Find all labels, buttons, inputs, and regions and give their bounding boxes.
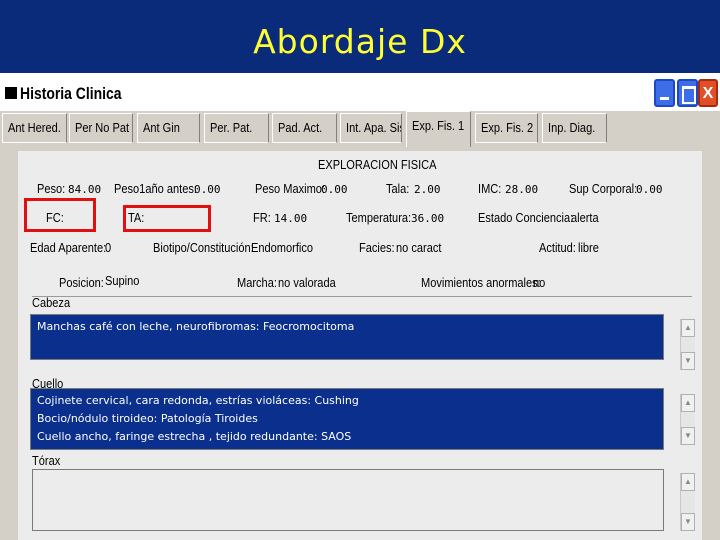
temperatura-label: Temperatura:: [346, 210, 412, 225]
posicion-label: Posicion:: [59, 275, 104, 290]
tab-int-apa-sis[interactable]: Int. Apa. Sis: [340, 113, 402, 143]
movimientos-label: Movimientos anormales:: [421, 275, 541, 290]
minimize-icon: [660, 97, 669, 100]
peso-ano-field[interactable]: 0.00: [194, 183, 221, 196]
edad-field[interactable]: 0: [105, 240, 111, 255]
marcha-label: Marcha:: [237, 275, 277, 290]
peso-max-field[interactable]: 0.00: [321, 183, 348, 196]
tab-inp-diag[interactable]: Inp. Diag.: [542, 113, 607, 143]
facies-label: Facies:: [359, 240, 395, 255]
actitud-field[interactable]: libre: [578, 240, 599, 255]
scroll-up-icon[interactable]: ▲: [681, 394, 695, 412]
fr-field[interactable]: 14.00: [274, 212, 307, 225]
tab-per-no-pat[interactable]: Per No Pat: [69, 113, 133, 143]
edad-label: Edad Aparente:: [30, 240, 107, 255]
tab-pad-act[interactable]: Pad. Act.: [272, 113, 337, 143]
peso-label: Peso:: [37, 181, 66, 196]
cabeza-textarea[interactable]: Manchas café con leche, neurofibromas: F…: [30, 314, 664, 360]
torax-textarea[interactable]: [32, 469, 664, 531]
posicion-field[interactable]: Supino: [105, 273, 139, 288]
facies-field[interactable]: no caract: [396, 240, 441, 255]
scroll-down-icon[interactable]: ▼: [681, 352, 695, 370]
fc-label: FC:: [46, 210, 64, 225]
cuello-textarea[interactable]: Cojinete cervical, cara redonda, estrías…: [30, 388, 664, 450]
actitud-label: Actitud:: [539, 240, 576, 255]
window-title: Historia Clinica: [20, 84, 122, 103]
biotipo-field[interactable]: Endomorfico: [251, 240, 313, 255]
imc-field[interactable]: 28.00: [505, 183, 538, 196]
talla-label: Tala:: [386, 181, 410, 196]
slide-title: Abordaje Dx: [253, 22, 467, 61]
cabeza-text: Manchas café con leche, neurofibromas: F…: [37, 320, 355, 333]
conciencia-label: Estado Conciencia:: [478, 210, 574, 225]
app-icon: [5, 87, 17, 99]
cuello-line: Bocio/nódulo tiroideo: Patología Tiroide…: [37, 412, 258, 425]
section-title: EXPLORACION FISICA: [318, 157, 437, 172]
sup-corporal-label: Sup Corporal:: [569, 181, 638, 196]
biotipo-label: Biotipo/Constitución:: [153, 240, 254, 255]
peso-max-label: Peso Maximo:: [255, 181, 326, 196]
close-icon: X: [702, 85, 714, 102]
cuello-line: Cojinete cervical, cara redonda, estrías…: [37, 394, 359, 407]
scroll-up-icon[interactable]: ▲: [681, 319, 695, 337]
temperatura-field[interactable]: 36.00: [411, 212, 444, 225]
tab-ant-hered[interactable]: Ant Hered.: [2, 113, 67, 143]
movimientos-field[interactable]: no: [533, 275, 545, 290]
maximize-icon: [682, 86, 696, 104]
historia-clinica-window: Historia Clinica X Ant Hered. Per No Pat…: [0, 73, 720, 540]
sup-corporal-field[interactable]: 0.00: [636, 183, 663, 196]
tab-ant-gin[interactable]: Ant Gin: [137, 113, 200, 143]
cuello-scrollbar[interactable]: ▲ ▼: [680, 394, 695, 445]
talla-field[interactable]: 2.00: [414, 183, 441, 196]
cabeza-label: Cabeza: [32, 295, 71, 310]
scroll-down-icon[interactable]: ▼: [681, 427, 695, 445]
cabeza-scrollbar[interactable]: ▲ ▼: [680, 319, 695, 370]
maximize-button[interactable]: [677, 79, 698, 107]
torax-label: Tórax: [32, 453, 61, 468]
conciencia-field[interactable]: alerta: [571, 210, 599, 225]
peso-ano-label: Peso1año antes:: [114, 181, 197, 196]
window-titlebar: Historia Clinica X: [0, 73, 720, 111]
ta-label: TA:: [128, 210, 145, 225]
peso-field[interactable]: 84.00: [68, 183, 101, 196]
torax-scrollbar[interactable]: ▲ ▼: [680, 473, 695, 531]
close-button[interactable]: X: [698, 79, 718, 107]
cuello-line: Cuello ancho, faringe estrecha , tejido …: [37, 430, 352, 443]
exploracion-fisica-panel: EXPLORACION FISICA Peso: 84.00 Peso1año …: [18, 151, 702, 540]
cabeza-divider: [32, 296, 692, 297]
scroll-up-icon[interactable]: ▲: [681, 473, 695, 491]
imc-label: IMC:: [478, 181, 502, 196]
tab-bar: Ant Hered. Per No Pat Ant Gin Per. Pat. …: [0, 111, 720, 147]
fr-label: FR:: [253, 210, 271, 225]
tab-exp-fis-1[interactable]: Exp. Fis. 1: [406, 111, 471, 147]
marcha-field[interactable]: no valorada: [278, 275, 336, 290]
tab-per-pat[interactable]: Per. Pat.: [204, 113, 269, 143]
minimize-button[interactable]: [654, 79, 675, 107]
tab-exp-fis-2[interactable]: Exp. Fis. 2: [475, 113, 538, 143]
scroll-down-icon[interactable]: ▼: [681, 513, 695, 531]
